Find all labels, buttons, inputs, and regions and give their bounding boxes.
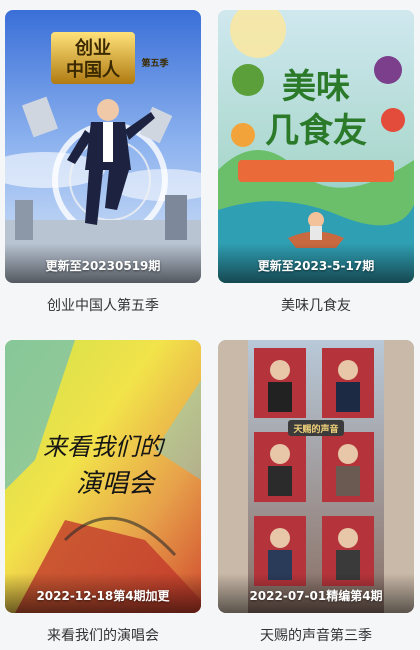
show-poster[interactable]: 美味 几食友 更新至2023-5-17期 [218,10,414,283]
update-status: 2022-12-18第4期加更 [36,589,170,603]
poster-title-text: 美味 [282,67,350,107]
poster-title-text: 来看我们的 [43,433,166,461]
poster-title-text: 中国人 [66,59,121,81]
poster-logo-text: 天赐的声音 [293,423,338,435]
show-title[interactable]: 来看我们的演唱会 [5,625,201,647]
show-card[interactable]: 天赐的声音 2022-07-01精编第4期 天赐的声音第三季 [218,340,414,647]
show-title[interactable]: 美味几食友 [218,295,414,317]
variety-show-grid: 创业 中国人 第五季 更新至20230519期 创业中国人第五季 美味 几食友 … [0,0,420,650]
update-status: 2022-07-01精编第4期 [249,589,383,603]
poster-title-text: 创业 [74,37,111,59]
update-status: 更新至2023-5-17期 [257,259,375,273]
poster-season-text: 第五季 [141,57,169,69]
show-card[interactable]: 创业 中国人 第五季 更新至20230519期 创业中国人第五季 [5,10,201,317]
show-poster[interactable]: 来看我们的 演唱会 2022-12-18第4期加更 [5,340,201,613]
show-card[interactable]: 来看我们的 演唱会 2022-12-18第4期加更 来看我们的演唱会 [5,340,201,647]
poster-title-text: 演唱会 [76,469,157,499]
show-title[interactable]: 天赐的声音第三季 [218,625,414,647]
show-title[interactable]: 创业中国人第五季 [5,295,201,317]
show-card[interactable]: 美味 几食友 更新至2023-5-17期 美味几食友 [218,10,414,317]
show-poster[interactable]: 天赐的声音 2022-07-01精编第4期 [218,340,414,613]
update-status: 更新至20230519期 [45,259,161,273]
show-poster[interactable]: 创业 中国人 第五季 更新至20230519期 [5,10,201,283]
poster-title-text: 几食友 [265,111,367,151]
